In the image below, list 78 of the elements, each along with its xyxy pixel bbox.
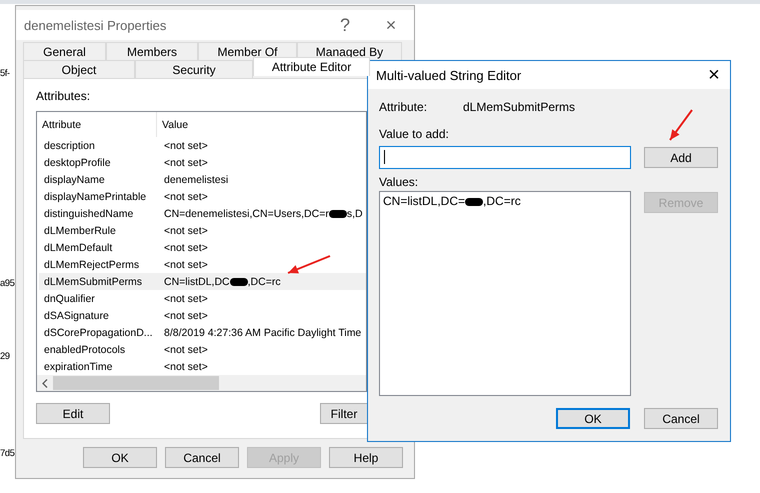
tab[interactable]: Member Of — [198, 42, 297, 60]
tab[interactable]: Members — [106, 42, 198, 60]
attribute-row[interactable]: dSCorePropagationD... 8/8/2019 4:27:36 AM Pacific Daylight Time — [39, 324, 366, 341]
edit-button[interactable]: Edit — [36, 403, 110, 424]
dialog-button[interactable]: OK — [83, 447, 157, 468]
attribute-name: expirationTime — [43, 360, 114, 372]
attribute-name: dLMemDefault — [43, 242, 114, 254]
attribute-row[interactable]: distinguishedName CN=denemelistesi,CN=Users,DC=r s,D — [39, 205, 366, 222]
close-button[interactable]: × — [698, 64, 730, 86]
dialog-button[interactable]: Cancel — [165, 447, 239, 468]
attribute-name: dLMemberRule — [43, 224, 117, 236]
attribute-value: <not set> — [163, 156, 208, 168]
annotation-arrow — [669, 109, 693, 141]
attribute-value: <not set> — [163, 310, 208, 322]
attribute-name: dSASignature — [43, 310, 110, 322]
window-title: Multi-valued String Editor — [376, 68, 522, 82]
attribute-name: dLMemRejectPerms — [43, 258, 140, 270]
attribute-name: dLMemSubmitPerms — [43, 276, 144, 288]
attribute-row[interactable]: dLMemberRule <not set> — [39, 222, 366, 239]
tab[interactable]: General — [23, 42, 106, 60]
attribute-name: description — [43, 140, 96, 152]
attribute-row[interactable]: dLMemSubmitPerms CN=listDL,DC ,DC=rc — [39, 273, 366, 290]
background-text: 5f- — [0, 68, 10, 79]
attribute-value: <not set> — [163, 360, 208, 372]
attribute-value: <not set> — [163, 190, 208, 202]
value-item[interactable]: CN=listDL,DC= ,DC=rc — [383, 194, 627, 208]
dialog-button[interactable]: Help — [329, 447, 403, 468]
annotation-arrow — [288, 255, 330, 274]
attribute-value: 8/8/2019 4:27:36 AM Pacific Daylight Time — [163, 326, 362, 338]
attribute-name: distinguishedName — [43, 208, 134, 220]
tab[interactable]: Security — [135, 60, 253, 79]
background-text: 7d5 — [0, 448, 14, 459]
attribute-row[interactable]: dSASignature <not set> — [39, 307, 366, 324]
tab[interactable]: Attribute Editor — [253, 57, 370, 76]
background-text: a95 — [0, 278, 14, 289]
attribute-row[interactable]: displayNamePrintable <not set> — [39, 188, 366, 205]
attribute-value: <not set> — [163, 292, 208, 304]
values-label: Values: — [379, 174, 420, 190]
cancel-button[interactable]: Cancel — [644, 408, 718, 429]
scrollbar-thumb[interactable] — [53, 376, 219, 390]
filter-button[interactable]: Filter — [320, 403, 368, 424]
column-header[interactable]: Value — [157, 118, 188, 130]
attribute-value: denemelistesi — [163, 174, 228, 186]
help-button[interactable]: ? — [322, 14, 368, 36]
value-to-add-label: Value to add: — [379, 127, 450, 143]
attribute-name: enabledProtocols — [43, 344, 126, 356]
window-title: denemelistesi Properties — [24, 18, 168, 32]
tab[interactable]: Object — [23, 60, 135, 79]
attribute-value: <not set> — [163, 140, 208, 152]
attribute-row[interactable]: dLMemDefault <not set> — [39, 239, 366, 256]
ok-button[interactable]: OK — [556, 408, 630, 429]
column-header[interactable]: Attribute — [37, 112, 157, 137]
attribute-value: <not set> — [163, 258, 208, 270]
attribute-row[interactable]: dLMemRejectPerms <not set> — [39, 256, 366, 273]
attribute-row[interactable]: desktopProfile <not set> — [39, 154, 366, 171]
attribute-value: <not set> — [163, 344, 208, 356]
attribute-label: Attribute: — [379, 100, 428, 114]
attribute-row[interactable]: expirationTime <not set> — [39, 358, 366, 375]
attribute-value: <not set> — [163, 224, 208, 236]
attribute-row[interactable]: enabledProtocols <not set> — [39, 341, 366, 358]
attribute-value: <not set> — [163, 242, 208, 254]
scroll-left-icon[interactable] — [42, 378, 48, 388]
attribute-name: dSCorePropagationD... — [43, 326, 154, 338]
close-button[interactable]: × — [368, 14, 414, 36]
attribute-row[interactable]: description <not set> — [39, 137, 366, 154]
attribute-value: CN=denemelistesi,CN=Users,DC=r s,D — [163, 208, 363, 220]
attribute-name: desktopProfile — [43, 156, 112, 168]
attribute-name: displayName — [43, 174, 106, 186]
attribute-name: dnQualifier — [43, 292, 96, 304]
attribute-row[interactable]: displayName denemelistesi — [39, 171, 366, 188]
attribute-name: displayNamePrintable — [43, 190, 148, 202]
background-text: 29 — [0, 351, 10, 362]
value-input-field[interactable] — [379, 146, 631, 169]
attribute-name: dLMemSubmitPerms — [463, 100, 576, 114]
attribute-row[interactable]: dnQualifier <not set> — [39, 290, 366, 307]
horizontal-scrollbar[interactable] — [37, 375, 366, 391]
attribute-value: CN=listDL,DC ,DC=rc — [163, 276, 281, 288]
add-button[interactable]: Add — [644, 147, 718, 168]
